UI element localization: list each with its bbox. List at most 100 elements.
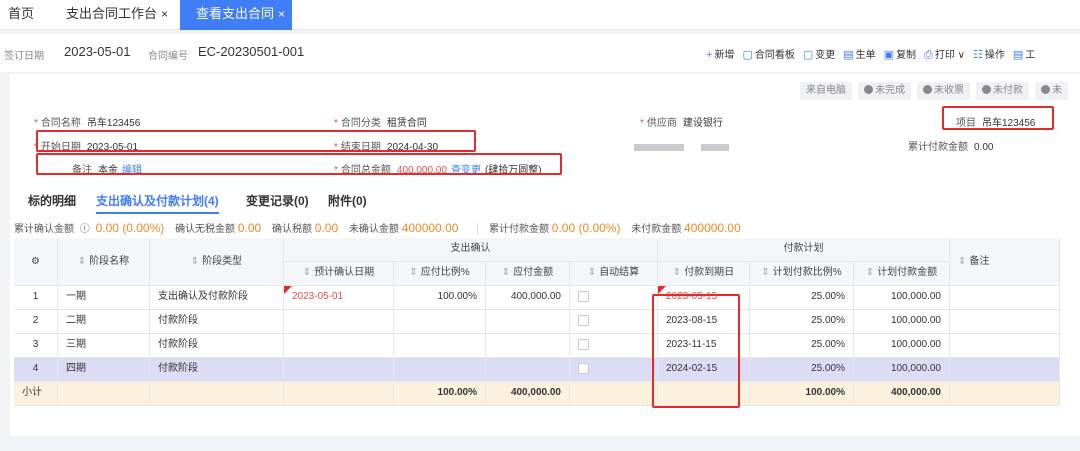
stage-name-cell: 三期 — [58, 334, 150, 358]
toolbar-item-4[interactable]: ▣ 复制 — [884, 46, 916, 61]
plan-amount-cell: 100,000.00 — [854, 358, 950, 382]
help-icon: ⓘ — [79, 224, 90, 235]
contract-no-label: 合同编号 — [148, 51, 188, 62]
toolbar-item-label: 合同看板 — [754, 50, 795, 61]
supplier-label: 供应商 — [646, 118, 677, 129]
header-expected-date[interactable]: ⇕ 预计确认日期 — [284, 262, 394, 286]
header-due-date[interactable]: ⇕ 付款到期日 — [658, 262, 750, 286]
contract-name-field: * 合同名称 吊车123456 — [34, 114, 140, 129]
masked-text — [700, 143, 729, 151]
expected-date-cell: 2023-05-01 — [284, 286, 394, 310]
subtab-items[interactable]: 标的明细 — [28, 192, 76, 209]
header-group-plan: 付款计划 — [658, 238, 950, 262]
toolbar-item-1[interactable]: ▢ 合同看板 — [742, 46, 794, 61]
expected-date-cell — [284, 334, 394, 358]
close-icon[interactable]: × — [278, 7, 285, 21]
total-row-number: 小计 — [14, 382, 58, 406]
row-number: 4 — [14, 358, 58, 382]
auto-settle-cell — [570, 286, 658, 310]
header-plan-amount[interactable]: ⇕ 计划付款金额 — [854, 262, 950, 286]
header-plan-ratio[interactable]: ⇕ 计划付款比例% — [750, 262, 854, 286]
header-stage-type[interactable]: ⇕ 阶段类型 — [150, 238, 284, 286]
tax-value: 0.00 — [314, 221, 339, 235]
confirmed-amount-label: 累计确认金额 — [14, 224, 74, 235]
close-icon[interactable]: × — [161, 7, 168, 21]
subtab-payment-plan[interactable]: 支出确认及付款计划(4) — [96, 192, 219, 214]
plus-icon: + — [706, 49, 713, 61]
toolbar-item-5[interactable]: ⎙ 打印 ∨ — [924, 46, 965, 62]
contract-header: 签订日期 2023-05-01 合同编号 EC-20230501-001 + 新增… — [0, 34, 1080, 72]
edit-marker-icon — [658, 286, 666, 294]
payable-ratio-cell — [394, 310, 486, 334]
remark-cell — [950, 310, 1060, 334]
auto-settle-checkbox[interactable] — [578, 314, 589, 326]
tab-view-contract[interactable]: 查看支出合同 × — [180, 0, 292, 30]
toolbar-item-0[interactable]: + 新增 — [706, 46, 734, 61]
toolbar: + 新增 ▢ 合同看板 ▢ 变更 ▤ 生单 ▣ 复制 ⎙ 打印 ∨ ☷ 操作 ▤ 工 — [706, 46, 1043, 62]
header-payable-amount[interactable]: ⇕ 应付金额 — [486, 262, 570, 286]
payable-amount-cell — [486, 310, 570, 334]
highlight-box-dates — [36, 130, 476, 152]
expected-date-cell — [284, 358, 394, 382]
status-dot-icon — [864, 85, 873, 94]
status-label: 未收票 — [934, 85, 964, 96]
highlight-box-project — [942, 106, 1054, 130]
header-stage-name[interactable]: ⇕ 阶段名称 — [58, 238, 150, 286]
stage-type-cell: 付款阶段 — [150, 310, 284, 334]
subtab-change-log[interactable]: 变更记录(0) — [246, 192, 309, 209]
header-payable-ratio[interactable]: ⇕ 应付比例% — [394, 262, 486, 286]
row-number: 1 — [14, 286, 58, 310]
payable-ratio-cell — [394, 334, 486, 358]
remark-cell — [950, 334, 1060, 358]
contract-name-label: 合同名称 — [40, 118, 81, 129]
payment-plan-table: ⚙ ⇕ 阶段名称 ⇕ 阶段类型 支出确认 付款计划 ⇕ 备注 ⇕ 预计确认日期 ⇕ 应付比… — [14, 238, 1060, 432]
stage-name-cell: 一期 — [58, 286, 150, 310]
auto-settle-checkbox[interactable] — [578, 290, 589, 302]
table-settings-icon[interactable]: ⚙ — [14, 238, 58, 286]
no-tax-value: 0.00 — [237, 221, 262, 235]
remark-cell — [950, 286, 1060, 310]
unconfirmed-value: 400000.00 — [401, 221, 459, 235]
payable-amount-cell: 400,000.00 — [486, 286, 570, 310]
toolbar-item-6[interactable]: ☷ 操作 — [973, 46, 1005, 61]
summary-line: 累计确认金额 ⓘ 0.00 (0.00%) 确认无税金额 0.00 确认税额 0… — [14, 220, 749, 236]
toolbar-item-2[interactable]: ▢ 变更 — [803, 46, 835, 61]
unconfirmed-label: 未确认金额 — [348, 224, 399, 235]
unpaid-amount-label: 未付款金额 — [631, 224, 682, 235]
header-auto-settle[interactable]: ⇕ 自动结算 — [570, 262, 658, 286]
auto-settle-cell — [570, 334, 658, 358]
subtab-attachments[interactable]: 附件(0) — [328, 192, 367, 209]
highlight-box-due-dates — [652, 294, 740, 408]
toolbar-item-7[interactable]: ▤ 工 — [1013, 46, 1035, 61]
total-plan-amount-cell: 400,000.00 — [854, 382, 950, 406]
edit-marker-icon — [284, 286, 292, 294]
tool-icon: ▤ — [1012, 49, 1024, 61]
toolbar-item-label: 打印 ∨ — [934, 50, 965, 61]
status-badge: 未付款 — [976, 82, 1029, 100]
tab-home[interactable]: 首页 — [8, 0, 34, 30]
tab-workbench[interactable]: 支出合同工作台 × — [66, 0, 168, 30]
status-badge: 未完成 — [858, 82, 911, 100]
total-expected-date-cell — [284, 382, 394, 406]
stage-type-cell: 付款阶段 — [150, 334, 284, 358]
plan-ratio-cell: 25.00% — [750, 310, 854, 334]
tab-home-label: 首页 — [8, 6, 35, 21]
total-payable-ratio-cell: 100.00% — [394, 382, 486, 406]
toolbar-item-label: 操作 — [984, 50, 1005, 61]
category-field: * 合同分类 租赁合同 — [334, 114, 427, 129]
required-mark: * — [34, 118, 38, 129]
toolbar-item-label: 工 — [1025, 50, 1036, 61]
header-remark[interactable]: ⇕ 备注 — [950, 238, 1060, 286]
auto-settle-checkbox[interactable] — [578, 362, 589, 374]
status-badge: 来自电脑 — [800, 82, 852, 100]
toolbar-item-label: 变更 — [815, 50, 836, 61]
plan-ratio-cell: 25.00% — [750, 334, 854, 358]
toolbar-item-label: 复制 — [896, 50, 917, 61]
print-icon: ⎙ — [924, 49, 933, 61]
status-label: 未完成 — [875, 85, 905, 96]
auto-settle-checkbox[interactable] — [578, 338, 589, 350]
stage-type-cell: 支出确认及付款阶段 — [150, 286, 284, 310]
toolbar-item-3[interactable]: ▤ 生单 — [843, 46, 875, 61]
paid-total-field: 累计付款金额 0.00 — [908, 138, 993, 153]
confirmed-amount-value: 0.00 (0.00%) — [95, 221, 165, 235]
